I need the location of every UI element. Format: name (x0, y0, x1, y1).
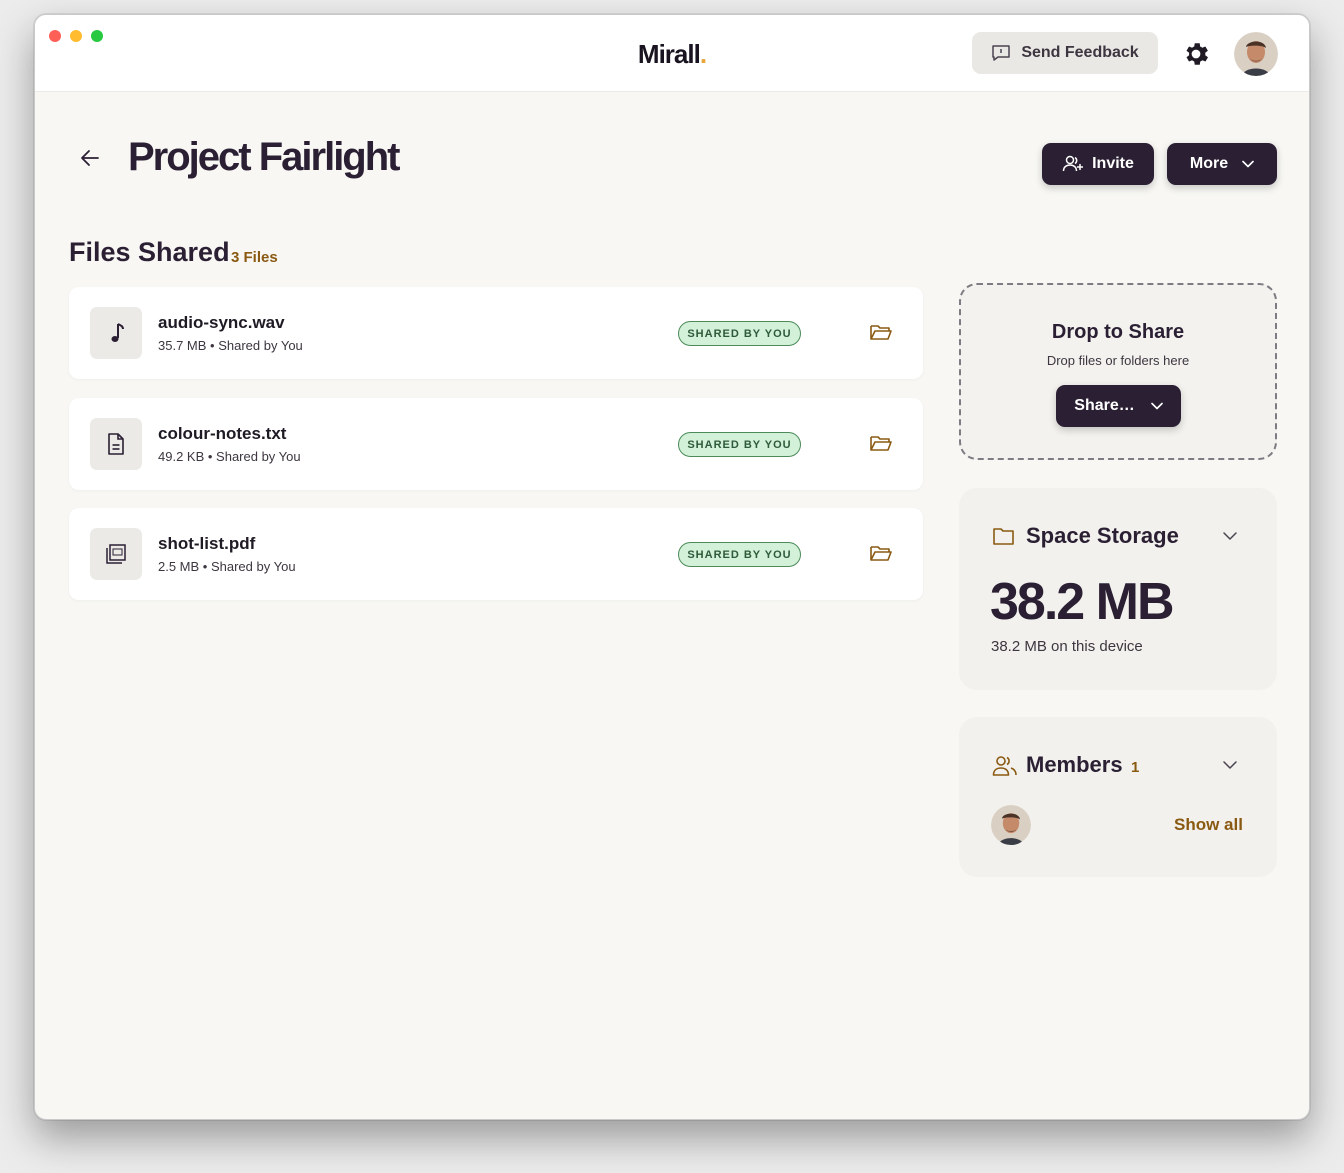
files-section-title: Files Shared (69, 237, 230, 267)
share-label: Share… (1074, 397, 1135, 414)
shared-status-badge: SHARED BY YOU (678, 542, 801, 567)
file-meta: 2.5 MB • Shared by You (158, 559, 296, 574)
show-all-link[interactable]: Show all (1174, 815, 1243, 835)
file-shared-by: Shared by You (216, 449, 301, 464)
chat-bubble-icon (992, 45, 1011, 61)
open-folder-icon[interactable] (869, 542, 893, 564)
shared-status-badge: SHARED BY YOU (678, 432, 801, 457)
drop-zone[interactable]: Drop to Share Drop files or folders here… (959, 283, 1277, 460)
files-count: 3 Files (231, 249, 278, 266)
file-type-icon (90, 307, 142, 359)
back-arrow-icon[interactable] (79, 147, 101, 169)
user-avatar[interactable] (1234, 32, 1278, 76)
member-avatar[interactable] (991, 805, 1031, 845)
file-meta: 49.2 KB • Shared by You (158, 449, 301, 464)
pdf-file-icon (106, 544, 126, 564)
file-name[interactable]: colour-notes.txt (158, 424, 286, 444)
brand-dot: . (699, 39, 707, 69)
storage-subtitle: 38.2 MB on this device (991, 638, 1143, 655)
file-type-icon (90, 528, 142, 580)
open-folder-icon[interactable] (869, 432, 893, 454)
file-name[interactable]: shot-list.pdf (158, 534, 255, 554)
drop-zone-title: Drop to Share (1051, 321, 1185, 343)
chevron-down-icon (1242, 160, 1254, 168)
more-button[interactable]: More (1167, 143, 1277, 185)
more-label: More (1189, 155, 1229, 172)
page-title: Project Fairlight (128, 135, 400, 179)
users-icon (992, 756, 1017, 776)
shared-status-badge: SHARED BY YOU (678, 321, 801, 346)
file-size: 2.5 MB (158, 559, 200, 574)
file-meta: 35.7 MB • Shared by You (158, 338, 303, 353)
open-folder-icon[interactable] (869, 321, 893, 343)
file-shared-by: Shared by You (210, 559, 296, 574)
add-user-icon (1062, 155, 1084, 172)
drop-zone-subtitle: Drop files or folders here (1046, 353, 1190, 368)
invite-button[interactable]: Invite (1042, 143, 1154, 185)
member-avatar-image (991, 805, 1031, 845)
chevron-down-icon[interactable] (1222, 528, 1238, 544)
members-title: Members (1026, 752, 1123, 777)
chevron-down-icon (1150, 402, 1163, 410)
file-row[interactable]: colour-notes.txt 49.2 KB • Shared by You… (69, 398, 923, 490)
send-feedback-label: Send Feedback (1021, 44, 1139, 61)
text-file-icon (108, 433, 124, 455)
file-row[interactable]: audio-sync.wav 35.7 MB • Shared by You S… (69, 287, 923, 379)
share-button[interactable]: Share… (1056, 385, 1181, 427)
storage-card: Space Storage 38.2 MB 38.2 MB on this de… (959, 488, 1277, 690)
chevron-down-icon[interactable] (1222, 757, 1238, 773)
user-avatar-image (1234, 32, 1278, 76)
invite-label: Invite (1092, 155, 1134, 172)
storage-title: Space Storage (1026, 523, 1179, 548)
send-feedback-button[interactable]: Send Feedback (972, 32, 1158, 74)
members-card: Members 1 Show all (959, 717, 1277, 877)
app-name: Mirall (637, 39, 701, 69)
members-count: 1 (1131, 759, 1140, 776)
file-size: 49.2 KB (158, 449, 205, 464)
file-name[interactable]: audio-sync.wav (158, 313, 285, 333)
storage-value: 38.2 MB (990, 573, 1175, 631)
file-size: 35.7 MB (158, 338, 207, 353)
music-note-icon (111, 323, 124, 342)
gear-icon[interactable] (1181, 39, 1211, 69)
app-window: Mirall. Send Feedback Project Fairlight (34, 14, 1310, 1120)
file-row[interactable]: shot-list.pdf 2.5 MB • Shared by You SHA… (69, 508, 923, 600)
file-type-icon (90, 418, 142, 470)
folder-icon (993, 528, 1014, 545)
title-bar: Mirall. Send Feedback (35, 15, 1309, 92)
file-shared-by: Shared by You (218, 338, 303, 353)
